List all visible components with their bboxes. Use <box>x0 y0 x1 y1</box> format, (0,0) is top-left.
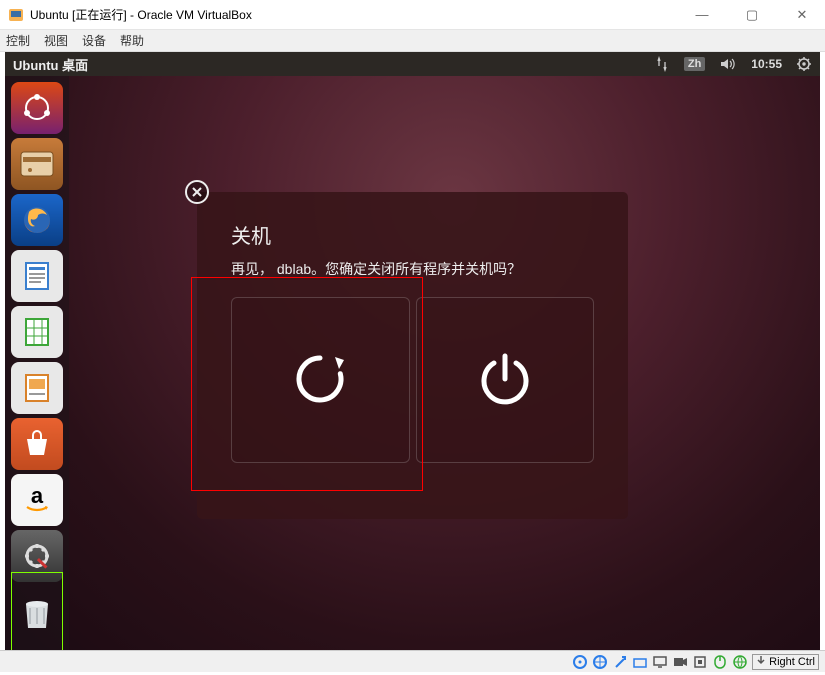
shutdown-button[interactable] <box>416 297 595 463</box>
virtualbox-title: Ubuntu [正在运行] - Oracle VM VirtualBox <box>30 6 687 23</box>
status-optical-icon[interactable] <box>592 654 608 670</box>
launcher-firefox-icon[interactable] <box>11 194 63 246</box>
launcher-files-icon[interactable] <box>11 138 63 190</box>
menu-view[interactable]: 视图 <box>44 32 68 49</box>
launcher-calc-icon[interactable] <box>11 306 63 358</box>
launcher-writer-icon[interactable] <box>11 250 63 302</box>
launcher-dash-icon[interactable] <box>11 82 63 134</box>
volume-icon[interactable] <box>719 52 737 76</box>
virtualbox-logo-icon <box>8 7 24 23</box>
arrow-down-icon <box>756 655 766 668</box>
ubuntu-topbar-title: Ubuntu 桌面 <box>13 55 88 74</box>
ubuntu-topbar: Ubuntu 桌面 Zh 10:55 <box>5 52 820 76</box>
menu-control[interactable]: 控制 <box>6 32 30 49</box>
ime-indicator[interactable]: Zh <box>684 52 705 76</box>
minimize-button[interactable]: — <box>687 7 717 23</box>
menu-device[interactable]: 设备 <box>82 32 106 49</box>
dialog-buttons <box>197 297 628 463</box>
host-key-label: Right Ctrl <box>769 656 815 668</box>
status-processor-icon[interactable] <box>692 654 708 670</box>
dialog-title: 关机 <box>231 220 594 249</box>
virtualbox-menubar: 控制 视图 设备 帮助 <box>0 30 825 52</box>
status-recording-icon[interactable] <box>672 654 688 670</box>
shutdown-dialog: 关机 再见， dblab。您确定关闭所有程序并关机吗？ <box>197 192 628 519</box>
status-network-icon[interactable] <box>732 654 748 670</box>
launcher-impress-icon[interactable] <box>11 362 63 414</box>
launcher-trash-icon[interactable] <box>11 586 63 638</box>
status-display-icon[interactable] <box>652 654 668 670</box>
power-icon <box>470 344 540 417</box>
status-shared-folder-icon[interactable] <box>632 654 648 670</box>
network-icon[interactable] <box>654 52 670 76</box>
host-key-indicator[interactable]: Right Ctrl <box>752 654 819 670</box>
launcher-amazon-icon[interactable]: a <box>11 474 63 526</box>
virtualbox-window-controls: — ▢ ✕ <box>687 7 817 23</box>
maximize-button[interactable]: ▢ <box>737 7 767 23</box>
dialog-close-button[interactable] <box>185 180 209 204</box>
restart-icon <box>285 344 355 417</box>
gear-icon[interactable] <box>796 52 812 76</box>
menu-help[interactable]: 帮助 <box>120 32 144 49</box>
status-usb-icon[interactable] <box>612 654 628 670</box>
virtualbox-titlebar: Ubuntu [正在运行] - Oracle VM VirtualBox — ▢… <box>0 0 825 30</box>
status-harddisk-icon[interactable] <box>572 654 588 670</box>
vm-screen: Ubuntu 桌面 Zh 10:55 <box>5 52 820 650</box>
ubuntu-indicators: Zh 10:55 <box>654 52 812 76</box>
clock-indicator[interactable]: 10:55 <box>751 52 782 76</box>
virtualbox-statusbar: Right Ctrl <box>0 650 825 672</box>
launcher-settings-icon[interactable] <box>11 530 63 582</box>
restart-button[interactable] <box>231 297 410 463</box>
svg-text:a: a <box>31 483 44 508</box>
launcher-software-icon[interactable] <box>11 418 63 470</box>
status-mouse-icon[interactable] <box>712 654 728 670</box>
close-button[interactable]: ✕ <box>787 7 817 23</box>
unity-launcher: a <box>5 76 69 650</box>
dialog-message: 再见， dblab。您确定关闭所有程序并关机吗？ <box>231 259 594 279</box>
